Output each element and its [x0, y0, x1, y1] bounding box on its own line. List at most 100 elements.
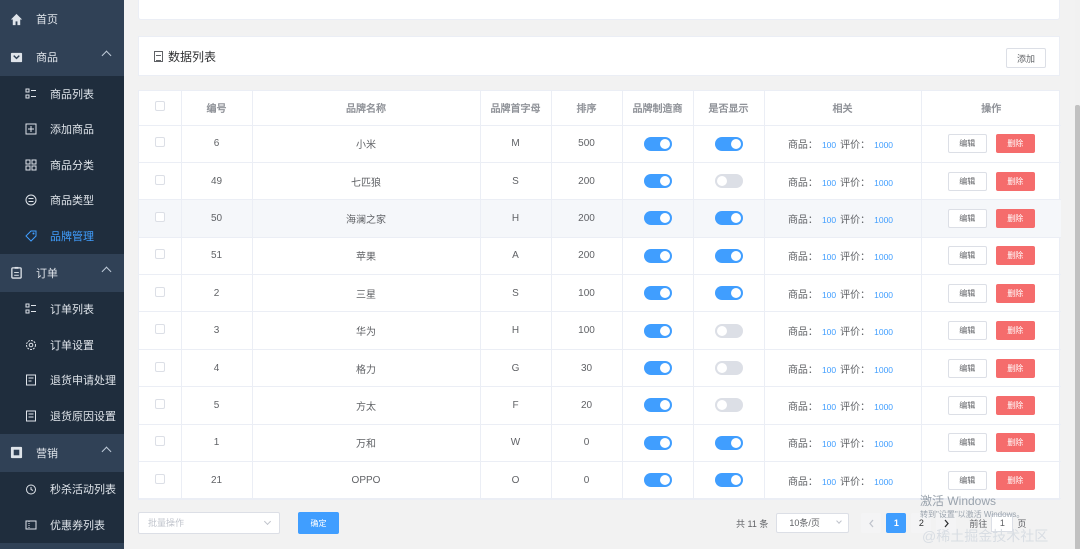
- factory-switch[interactable]: [643, 174, 672, 189]
- related-comments-link[interactable]: 1000: [874, 290, 893, 300]
- edit-button[interactable]: 编辑: [947, 246, 987, 266]
- sidebar-item-add-product[interactable]: 添加商品: [0, 112, 124, 148]
- sidebar-item-product-type[interactable]: 商品类型: [0, 183, 124, 219]
- show-switch[interactable]: [714, 211, 743, 226]
- scrollbar[interactable]: [1075, 0, 1080, 549]
- delete-button[interactable]: 删除: [995, 208, 1035, 228]
- row-checkbox[interactable]: [154, 249, 165, 260]
- col-header-id[interactable]: 编号: [181, 91, 253, 126]
- menu-group-goods[interactable]: 商品: [0, 38, 124, 76]
- row-checkbox[interactable]: [154, 211, 165, 222]
- related-comments-link[interactable]: 1000: [874, 215, 893, 225]
- related-goods-link[interactable]: 100: [822, 477, 836, 487]
- col-header-name[interactable]: 品牌名称: [252, 91, 481, 126]
- col-header-letter[interactable]: 品牌首字母: [480, 91, 552, 126]
- sidebar-item-order-list[interactable]: 订单列表: [0, 292, 124, 328]
- related-goods-link[interactable]: 100: [822, 178, 836, 188]
- row-checkbox[interactable]: [154, 137, 165, 148]
- show-switch[interactable]: [714, 323, 743, 338]
- sidebar-item-product-category[interactable]: 商品分类: [0, 147, 124, 183]
- sidebar-item-return-reasons[interactable]: 退货原因设置: [0, 398, 124, 434]
- related-goods-link[interactable]: 100: [822, 327, 836, 337]
- factory-switch[interactable]: [643, 323, 672, 338]
- menu-group-order[interactable]: 订单: [0, 254, 124, 292]
- related-comments-link[interactable]: 1000: [874, 402, 893, 412]
- edit-button[interactable]: 编辑: [947, 208, 987, 228]
- related-comments-link[interactable]: 1000: [874, 365, 893, 375]
- select-all-checkbox[interactable]: [154, 101, 165, 112]
- related-comments-link[interactable]: 1000: [874, 252, 893, 262]
- related-comments-link[interactable]: 1000: [874, 439, 893, 449]
- show-switch[interactable]: [714, 361, 743, 376]
- related-goods-link[interactable]: 100: [822, 215, 836, 225]
- related-goods-link[interactable]: 100: [822, 290, 836, 300]
- col-header-factory[interactable]: 品牌制造商: [622, 91, 694, 126]
- confirm-button[interactable]: 确定: [298, 512, 339, 534]
- related-goods-link[interactable]: 100: [822, 402, 836, 412]
- factory-switch[interactable]: [643, 248, 672, 263]
- edit-button[interactable]: 编辑: [947, 358, 987, 378]
- edit-button[interactable]: 编辑: [947, 321, 987, 341]
- delete-button[interactable]: 删除: [995, 395, 1035, 415]
- edit-button[interactable]: 编辑: [947, 395, 987, 415]
- row-checkbox[interactable]: [154, 398, 165, 409]
- edit-button[interactable]: 编辑: [947, 134, 987, 154]
- factory-switch[interactable]: [643, 398, 672, 413]
- related-comments-link[interactable]: 1000: [874, 140, 893, 150]
- sidebar-item-coupons[interactable]: 优惠券列表: [0, 507, 124, 543]
- factory-switch[interactable]: [643, 435, 672, 450]
- row-checkbox[interactable]: [154, 324, 165, 335]
- sidebar-item-brand-management[interactable]: 品牌管理: [0, 218, 124, 254]
- batch-operation-select[interactable]: 批量操作: [138, 512, 280, 534]
- related-goods-link[interactable]: 100: [822, 365, 836, 375]
- row-checkbox[interactable]: [154, 436, 165, 447]
- delete-button[interactable]: 删除: [995, 433, 1035, 453]
- show-switch[interactable]: [714, 286, 743, 301]
- show-switch[interactable]: [714, 174, 743, 189]
- related-comments-link[interactable]: 1000: [874, 477, 893, 487]
- prev-page-button[interactable]: [861, 513, 882, 533]
- edit-button[interactable]: 编辑: [947, 171, 987, 191]
- menu-home[interactable]: 首页: [0, 0, 124, 38]
- related-goods-link[interactable]: 100: [822, 252, 836, 262]
- edit-button[interactable]: 编辑: [947, 433, 987, 453]
- menu-group-marketing[interactable]: 营销: [0, 434, 124, 472]
- related-goods-link[interactable]: 100: [822, 140, 836, 150]
- row-checkbox[interactable]: [154, 361, 165, 372]
- page-size-select[interactable]: 10条/页: [776, 513, 850, 533]
- add-button[interactable]: 添加: [1006, 48, 1046, 68]
- show-switch[interactable]: [714, 435, 743, 450]
- edit-button[interactable]: 编辑: [947, 470, 987, 490]
- related-goods-link[interactable]: 100: [822, 439, 836, 449]
- factory-switch[interactable]: [643, 136, 672, 151]
- delete-button[interactable]: 删除: [995, 134, 1035, 154]
- row-checkbox[interactable]: [154, 286, 165, 297]
- delete-button[interactable]: 删除: [995, 246, 1035, 266]
- factory-switch[interactable]: [643, 473, 672, 488]
- sidebar-item-return-requests[interactable]: 退货申请处理: [0, 363, 124, 399]
- sidebar-item-flash-sale[interactable]: 秒杀活动列表: [0, 472, 124, 508]
- delete-button[interactable]: 删除: [995, 358, 1035, 378]
- factory-switch[interactable]: [643, 286, 672, 301]
- col-header-sort[interactable]: 排序: [551, 91, 623, 126]
- delete-button[interactable]: 删除: [995, 283, 1035, 303]
- related-comments-link[interactable]: 1000: [874, 327, 893, 337]
- factory-switch[interactable]: [643, 361, 672, 376]
- sidebar-item-order-settings[interactable]: 订单设置: [0, 327, 124, 363]
- related-comments-link[interactable]: 1000: [874, 178, 893, 188]
- show-switch[interactable]: [714, 136, 743, 151]
- delete-button[interactable]: 删除: [995, 171, 1035, 191]
- factory-switch[interactable]: [643, 211, 672, 226]
- page-1-button[interactable]: 1: [886, 513, 907, 533]
- row-checkbox[interactable]: [154, 174, 165, 185]
- show-switch[interactable]: [714, 398, 743, 413]
- scrollbar-thumb[interactable]: [1075, 105, 1080, 549]
- col-header-show[interactable]: 是否显示: [693, 91, 765, 126]
- sidebar-item-product-list[interactable]: 商品列表: [0, 76, 124, 112]
- delete-button[interactable]: 删除: [995, 321, 1035, 341]
- show-switch[interactable]: [714, 473, 743, 488]
- show-switch[interactable]: [714, 248, 743, 263]
- delete-button[interactable]: 删除: [995, 470, 1035, 490]
- row-checkbox[interactable]: [154, 473, 165, 484]
- edit-button[interactable]: 编辑: [947, 283, 987, 303]
